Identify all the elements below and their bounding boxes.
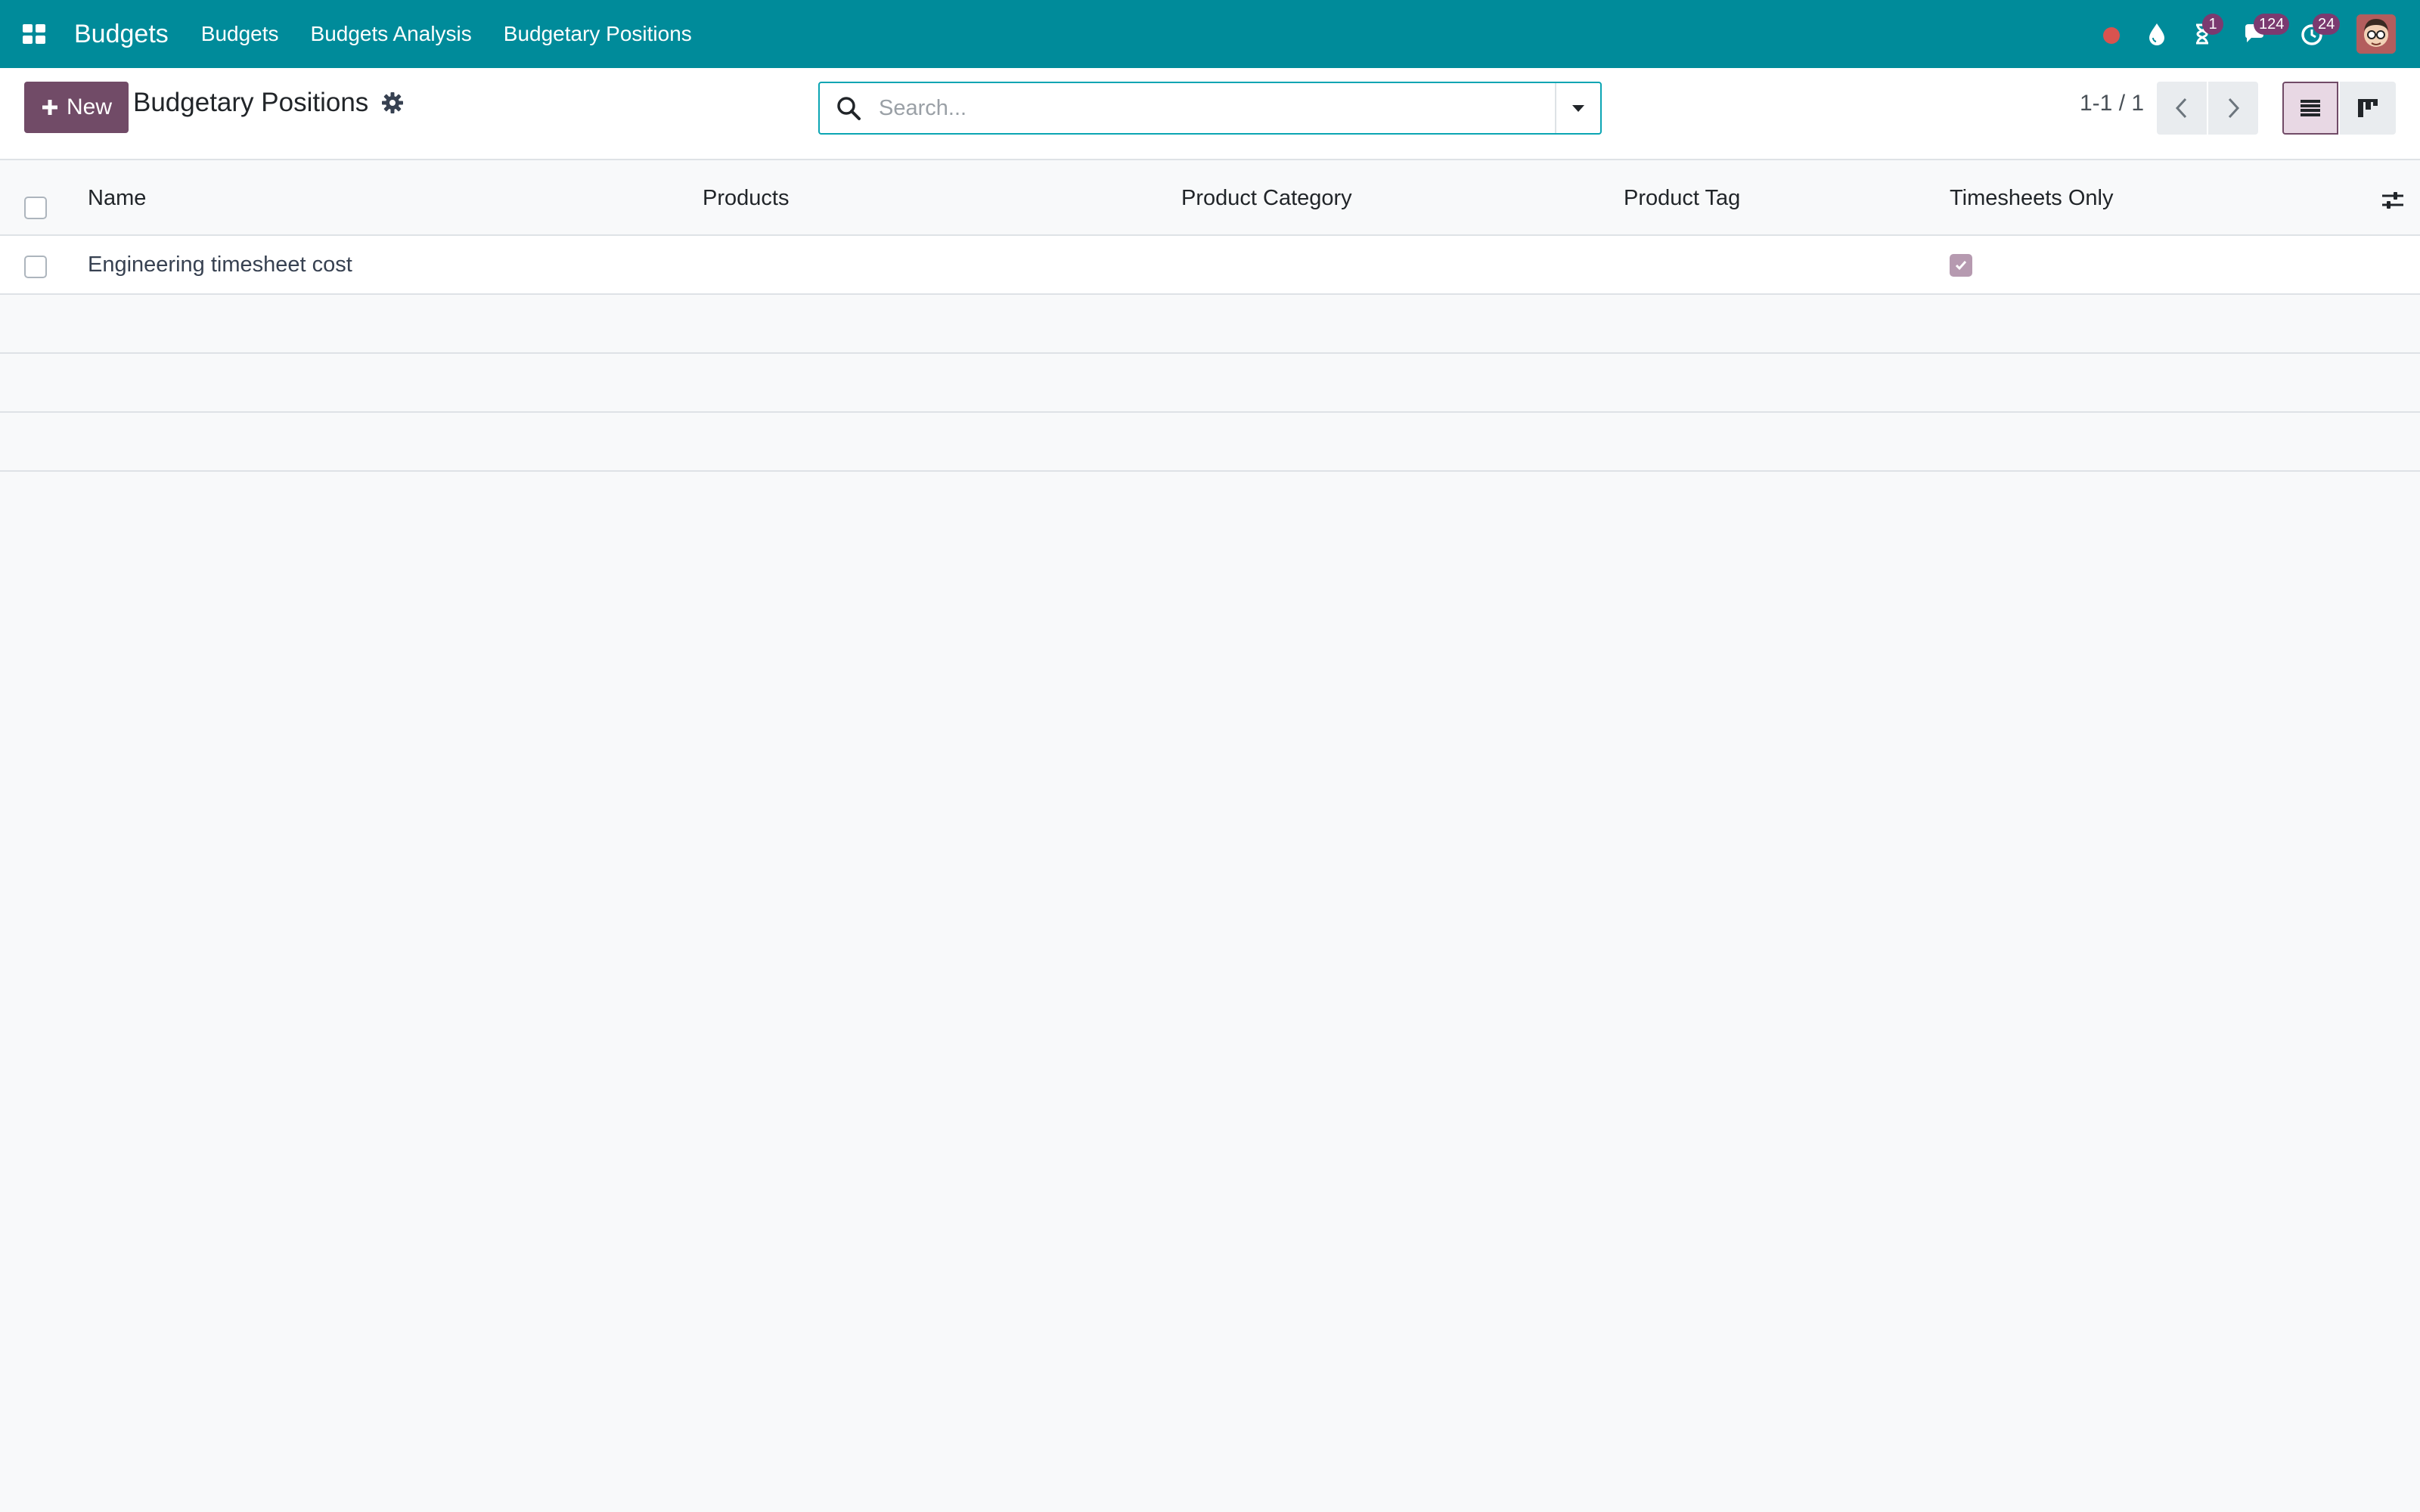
kanban-view-button[interactable] xyxy=(2340,82,2396,135)
systray: 1 124 24 xyxy=(2089,0,2420,68)
user-avatar[interactable] xyxy=(2356,14,2396,54)
gear-icon[interactable] xyxy=(380,91,405,115)
avatar-icon xyxy=(2356,14,2396,54)
pager-previous-button[interactable] xyxy=(2157,82,2207,135)
chevron-right-icon xyxy=(2228,98,2240,119)
menu-budgets-analysis[interactable]: Budgets Analysis xyxy=(295,0,488,68)
column-header-timesheets-only[interactable]: Timesheets Only xyxy=(1950,186,2114,211)
optional-columns-icon[interactable] xyxy=(2381,189,2405,212)
top-navbar: Budgets Budgets Budgets Analysis Budgeta… xyxy=(0,0,2420,68)
search-bar xyxy=(818,82,1602,135)
control-panel: New Budgetary Positions 1-1 / 1 xyxy=(0,68,2420,160)
new-button-label: New xyxy=(67,94,113,119)
row-select-checkbox[interactable] xyxy=(24,256,47,278)
list-view: Name Products Product Category Product T… xyxy=(0,160,2420,472)
recording-indicator[interactable] xyxy=(2089,0,2134,68)
record-dot-icon xyxy=(2103,27,2120,44)
plus-icon xyxy=(42,100,57,115)
list-icon xyxy=(2301,100,2320,116)
column-header-name[interactable]: Name xyxy=(88,186,146,211)
new-button[interactable]: New xyxy=(24,82,129,133)
cell-name: Engineering timesheet cost xyxy=(88,253,352,277)
droplet-icon xyxy=(2149,23,2164,45)
search-input[interactable] xyxy=(879,83,1555,133)
menu-budgetary-positions[interactable]: Budgetary Positions xyxy=(488,0,708,68)
column-header-product-category[interactable]: Product Category xyxy=(1181,186,1352,211)
activity-badge: 1 xyxy=(2202,14,2223,35)
search-options-toggle[interactable] xyxy=(1555,83,1600,133)
updates-button[interactable]: 24 xyxy=(2285,0,2341,68)
messages-button[interactable]: 124 xyxy=(2225,0,2290,68)
menu-budgets[interactable]: Budgets xyxy=(185,0,295,68)
activity-button[interactable]: 1 xyxy=(2180,0,2225,68)
chevron-left-icon xyxy=(2175,98,2187,119)
pager-value[interactable]: 1-1 / 1 xyxy=(2080,91,2144,116)
table-row[interactable]: Engineering timesheet cost xyxy=(0,236,2420,295)
empty-row xyxy=(0,413,2420,472)
breadcrumb: Budgetary Positions xyxy=(133,88,405,118)
table-header: Name Products Product Category Product T… xyxy=(0,160,2420,236)
pager-next-button[interactable] xyxy=(2208,82,2258,135)
app-menu-button[interactable] xyxy=(0,0,68,68)
app-brand[interactable]: Budgets xyxy=(74,20,169,49)
search-icon xyxy=(837,97,861,120)
timesheets-only-checkbox xyxy=(1950,254,1972,277)
list-view-button[interactable] xyxy=(2282,82,2338,135)
messages-badge: 124 xyxy=(2254,14,2290,35)
debug-button[interactable] xyxy=(2134,0,2180,68)
caret-down-icon xyxy=(1572,105,1584,112)
empty-row xyxy=(0,295,2420,354)
grid-icon xyxy=(23,24,45,44)
updates-badge: 24 xyxy=(2313,14,2341,35)
column-header-products[interactable]: Products xyxy=(703,186,789,211)
column-header-product-tag[interactable]: Product Tag xyxy=(1624,186,1740,211)
checkmark-icon xyxy=(1955,261,1967,271)
select-all-checkbox[interactable] xyxy=(24,197,47,219)
page-title: Budgetary Positions xyxy=(133,88,369,117)
kanban-icon xyxy=(2358,99,2378,117)
empty-row xyxy=(0,354,2420,413)
